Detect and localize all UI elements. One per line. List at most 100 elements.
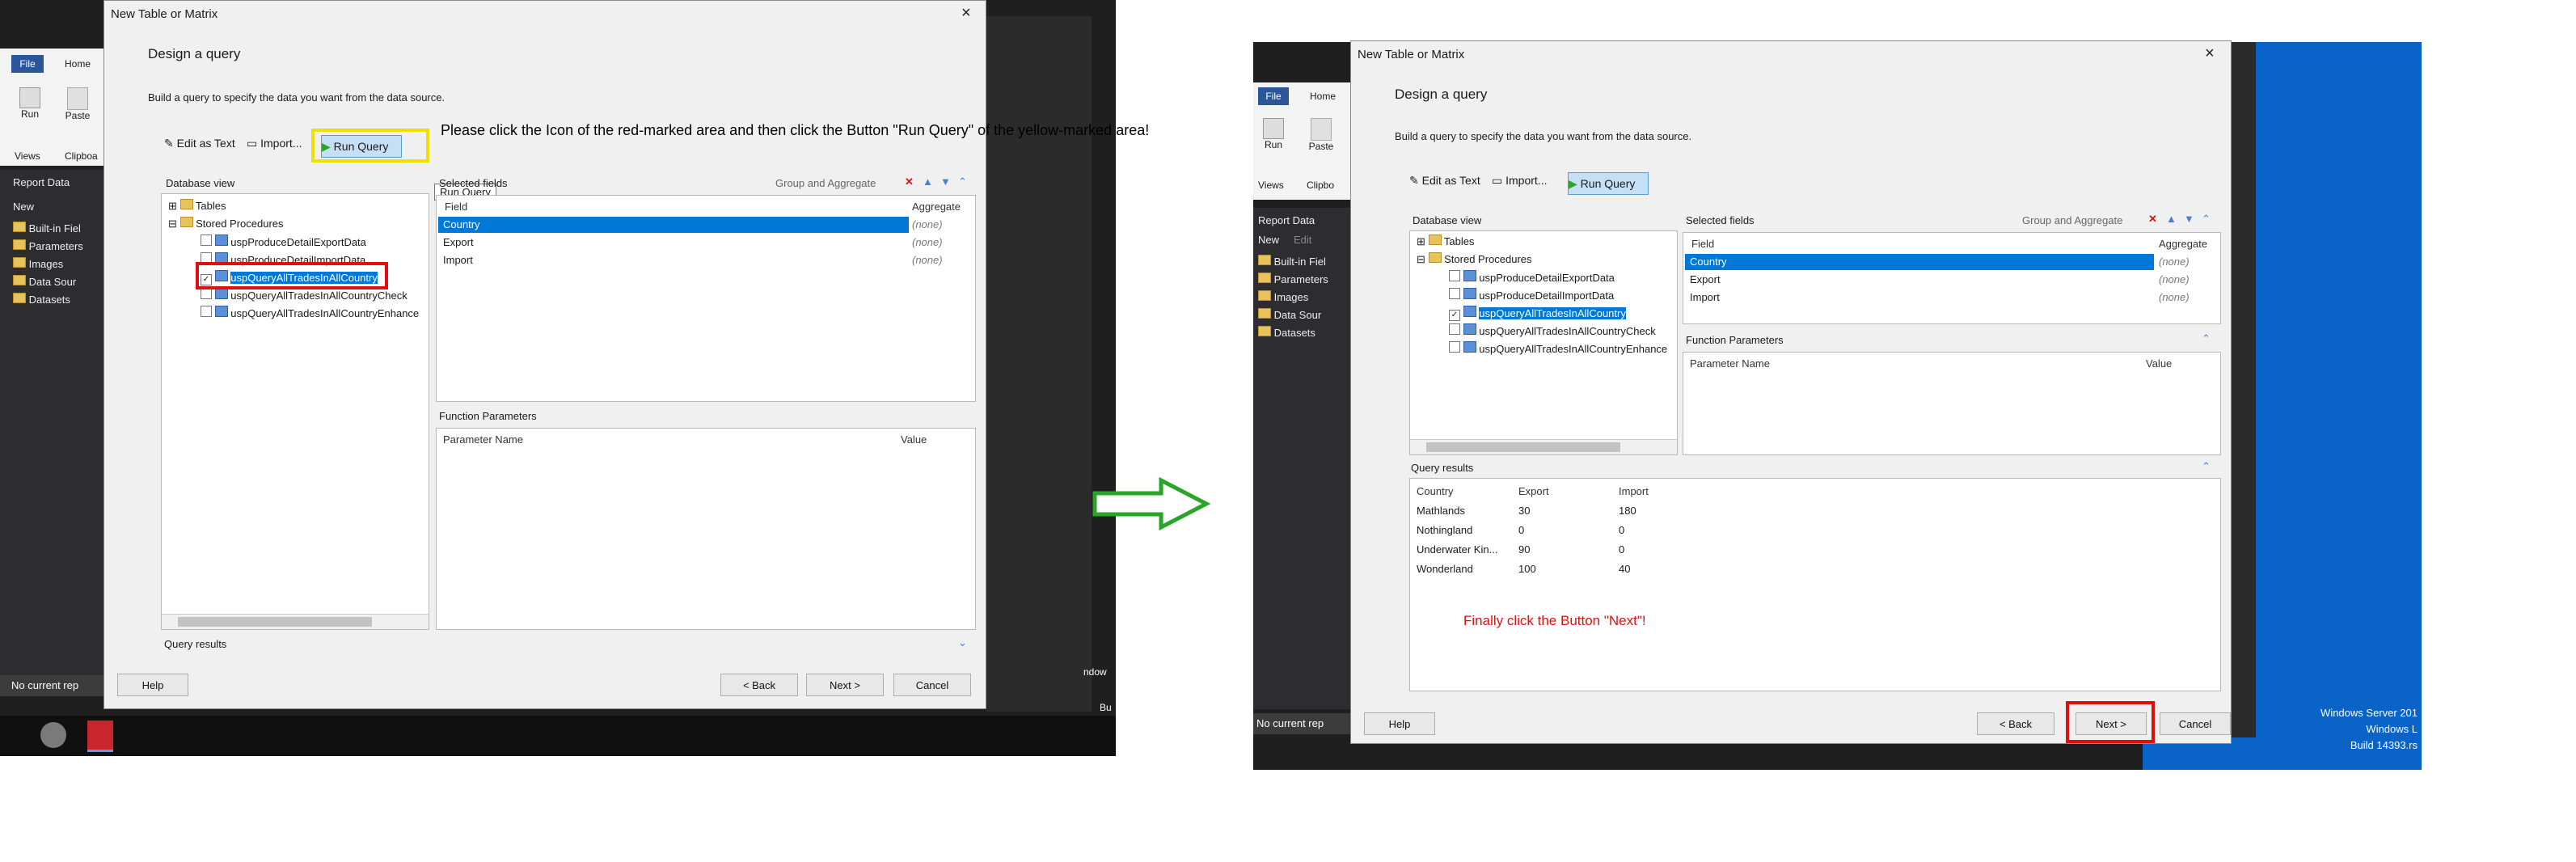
move-down-icon[interactable]: ▼	[2184, 213, 2194, 225]
delete-icon[interactable]: ✕	[905, 175, 914, 188]
next-button[interactable]: Next >	[2076, 712, 2147, 735]
selected-fields-label: Selected fields	[439, 177, 508, 189]
taskbar-icon-1[interactable]	[40, 722, 66, 748]
home-tab[interactable]: Home	[65, 58, 91, 70]
collapse-icon[interactable]: ⌃	[2202, 213, 2211, 226]
tree-proc[interactable]: uspQueryAllTradesInAllCountryEnhance	[1449, 341, 1667, 355]
next-button[interactable]: Next >	[806, 674, 884, 696]
aggregate-cell[interactable]: (none)	[2159, 256, 2190, 268]
field-row[interactable]: Export	[443, 236, 474, 248]
run-label: Run	[20, 108, 39, 120]
result-cell: Underwater Kin...	[1417, 543, 1498, 556]
report-data-item[interactable]: Parameters	[1258, 271, 1328, 289]
back-button[interactable]: < Back	[1977, 712, 2054, 735]
results-header-country: Country	[1417, 485, 1454, 497]
selected-fields-grid: Field Aggregate Country (none) Export (n…	[436, 195, 976, 402]
checkbox[interactable]	[1449, 288, 1460, 299]
edit-tab[interactable]: Edit	[1294, 234, 1311, 246]
run-query-button[interactable]: ▶ Run Query	[321, 135, 402, 158]
new-tab[interactable]: New	[1258, 234, 1279, 246]
edit-as-text-button[interactable]: ✎ Edit as Text	[1409, 174, 1480, 188]
paste-button[interactable]: Paste	[1305, 118, 1337, 157]
back-button[interactable]: < Back	[720, 674, 798, 696]
collapse-icon[interactable]: ⌃	[2202, 460, 2211, 473]
scroll-thumb[interactable]	[1426, 442, 1620, 452]
status-text: No current rep	[1256, 717, 1324, 729]
aggregate-cell[interactable]: (none)	[912, 236, 943, 248]
run-button[interactable]: Run	[18, 87, 42, 126]
delete-icon[interactable]: ✕	[2148, 213, 2157, 226]
report-data-item[interactable]: Datasets	[13, 291, 83, 309]
tree-tables[interactable]: ⊞ Tables	[1417, 235, 1474, 248]
report-data-item[interactable]: Parameters	[13, 238, 83, 256]
tree-proc[interactable]: uspProduceDetailExportData	[201, 235, 366, 248]
folder-icon	[1258, 290, 1271, 301]
field-row-selected[interactable]: Country	[1685, 254, 2154, 270]
checkbox[interactable]	[201, 306, 212, 317]
import-button[interactable]: ▭ Import...	[247, 137, 302, 150]
result-cell: Mathlands	[1417, 505, 1465, 517]
field-row[interactable]: Import	[1690, 291, 1720, 303]
close-icon[interactable]: ×	[2205, 44, 2215, 63]
cancel-button[interactable]: Cancel	[893, 674, 971, 696]
cancel-button[interactable]: Cancel	[2160, 712, 2231, 735]
run-button[interactable]: Run	[1261, 118, 1286, 157]
report-data-item[interactable]: Data Sour	[1258, 306, 1328, 324]
aggregate-cell[interactable]: (none)	[912, 254, 943, 266]
import-button[interactable]: ▭ Import...	[1492, 174, 1547, 188]
checkbox[interactable]	[201, 288, 212, 299]
tree-stored-procedures[interactable]: ⊟ Stored Procedures	[1417, 252, 1532, 266]
move-up-icon[interactable]: ▲	[923, 175, 933, 188]
clipboard-group-label: Clipbo	[1307, 180, 1335, 191]
report-builder-taskbar-icon[interactable]	[87, 720, 113, 752]
file-tab[interactable]: File	[11, 55, 44, 73]
report-data-item[interactable]: Built-in Fiel	[13, 220, 83, 238]
tree-proc[interactable]: uspQueryAllTradesInAllCountryCheck	[1449, 323, 1656, 337]
tree-proc[interactable]: uspQueryAllTradesInAllCountryCheck	[201, 288, 408, 302]
edit-as-text-button[interactable]: ✎ Edit as Text	[164, 137, 235, 150]
checkbox[interactable]	[1449, 323, 1460, 335]
tree-stored-procedures[interactable]: ⊟ Stored Procedures	[168, 217, 284, 230]
checked-checkbox[interactable]: ✓	[1449, 310, 1460, 321]
checkbox[interactable]	[1449, 341, 1460, 353]
expand-icon[interactable]: ⌄	[958, 636, 967, 649]
aggregate-cell[interactable]: (none)	[912, 218, 943, 230]
home-tab[interactable]: Home	[1310, 91, 1336, 102]
checkbox[interactable]	[201, 235, 212, 246]
file-tab[interactable]: File	[1258, 87, 1289, 105]
field-row[interactable]: Export	[1690, 273, 1721, 285]
close-icon[interactable]: ×	[961, 4, 971, 23]
tree-proc-selected[interactable]: ✓ uspQueryAllTradesInAllCountry	[1449, 306, 1626, 321]
aggregate-cell[interactable]: (none)	[2159, 273, 2190, 285]
left-app-background	[986, 16, 1092, 712]
collapse-icon[interactable]: ⌃	[958, 175, 967, 188]
field-row[interactable]: Import	[443, 254, 473, 266]
report-data-item[interactable]: Images	[1258, 289, 1328, 306]
expand-icon: ⊞	[1417, 235, 1429, 247]
report-data-item[interactable]: Built-in Fiel	[1258, 253, 1328, 271]
help-button[interactable]: Help	[1364, 712, 1435, 735]
collapse-icon[interactable]: ⌃	[2202, 332, 2211, 345]
move-up-icon[interactable]: ▲	[2166, 213, 2177, 225]
paste-button[interactable]: Paste	[61, 87, 94, 126]
folder-icon	[13, 293, 26, 303]
checkbox[interactable]	[1449, 270, 1460, 281]
move-down-icon[interactable]: ▼	[940, 175, 951, 188]
scroll-thumb[interactable]	[178, 617, 372, 627]
tree-horizontal-scrollbar[interactable]	[162, 614, 429, 629]
field-row-selected[interactable]: Country	[438, 217, 909, 233]
report-data-item[interactable]: Images	[13, 256, 83, 273]
play-icon: ▶	[1569, 177, 1577, 190]
run-query-button[interactable]: ▶ Run Query	[1568, 172, 1649, 195]
tree-tables[interactable]: ⊞ Tables	[168, 199, 226, 213]
tree-proc[interactable]: uspQueryAllTradesInAllCountryEnhance	[201, 306, 419, 319]
report-data-item[interactable]: Datasets	[1258, 324, 1328, 342]
tree-horizontal-scrollbar[interactable]	[1410, 439, 1677, 454]
function-parameters-label: Function Parameters	[1686, 334, 1784, 346]
aggregate-cell[interactable]: (none)	[2159, 291, 2190, 303]
report-data-item[interactable]: Data Sour	[13, 273, 83, 291]
new-tab[interactable]: New	[13, 201, 34, 213]
tree-proc[interactable]: uspProduceDetailExportData	[1449, 270, 1615, 284]
tree-proc[interactable]: uspProduceDetailImportData	[1449, 288, 1614, 302]
help-button[interactable]: Help	[117, 674, 188, 696]
